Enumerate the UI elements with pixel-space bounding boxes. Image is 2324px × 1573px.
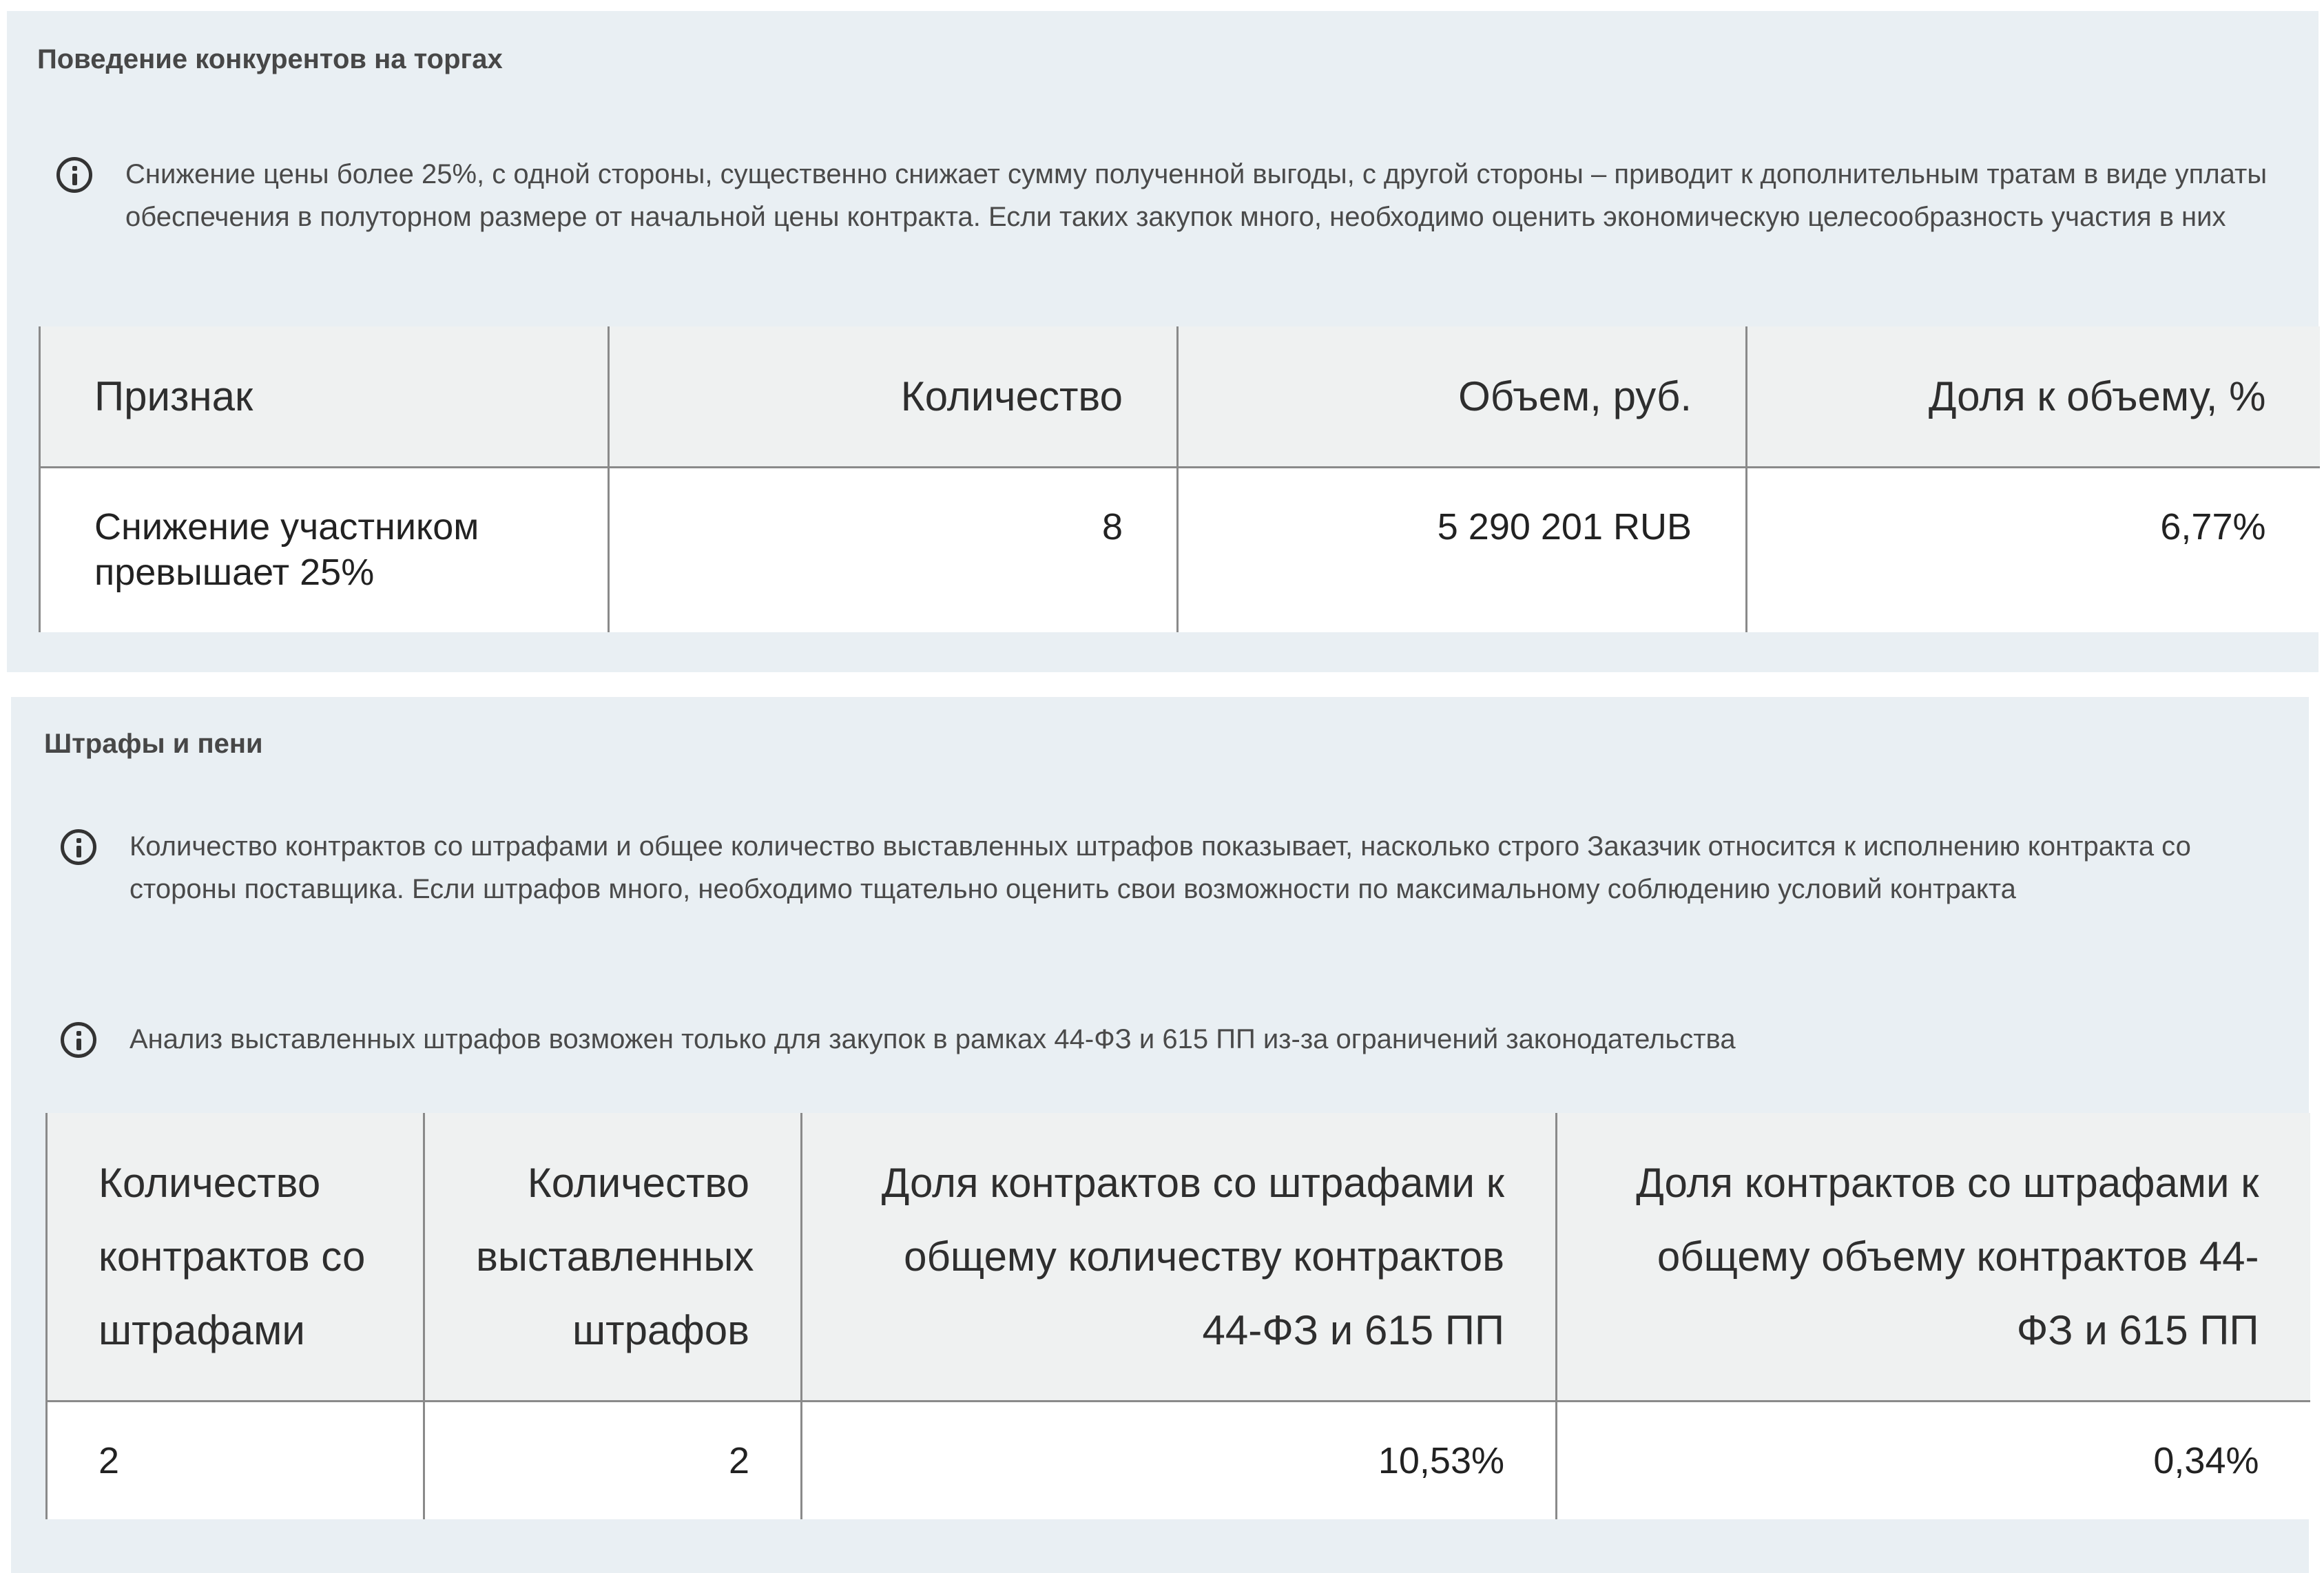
- share-by-count-cell: 10,53%: [800, 1399, 1557, 1519]
- fines-issued-cell: 2: [423, 1399, 802, 1519]
- contracts-with-fines-link[interactable]: 2: [45, 1399, 425, 1519]
- column-header-feature: Признак: [39, 326, 610, 468]
- share-by-volume-cell: 0,34%: [1555, 1399, 2310, 1519]
- info-icon: [61, 829, 96, 865]
- column-header-contracts-with-fines: Количество контрактов со штрафами: [45, 1113, 425, 1402]
- section-title: Поведение конкурентов на торгах: [37, 44, 503, 74]
- info-note: Снижение цены более 25%, с одной стороны…: [56, 153, 2274, 238]
- table-header-row: Количество контрактов со штрафами Количе…: [45, 1113, 2310, 1402]
- table-row: 2 2 10,53% 0,34%: [45, 1399, 2310, 1519]
- info-note: Анализ выставленных штрафов возможен тол…: [61, 1018, 2265, 1061]
- section-title: Штрафы и пени: [44, 729, 263, 759]
- column-header-share: Доля к объему, %: [1745, 326, 2320, 468]
- info-text: Снижение цены более 25%, с одной стороны…: [125, 159, 2268, 232]
- column-header-count: Количество: [608, 326, 1179, 468]
- column-header-volume: Объем, руб.: [1176, 326, 1747, 468]
- info-icon: [61, 1022, 96, 1058]
- feature-link[interactable]: Снижение участником превышает 25%: [39, 466, 610, 632]
- competitors-section: Поведение конкурентов на торгах Снижение…: [7, 11, 2320, 672]
- column-header-fines-issued: Количество выставленных штрафов: [423, 1113, 802, 1402]
- info-text: Количество контрактов со штрафами и обще…: [129, 831, 2191, 904]
- column-header-share-by-count: Доля контрактов со штрафами к общему кол…: [800, 1113, 1557, 1402]
- volume-cell: 5 290 201 RUB: [1176, 466, 1747, 632]
- info-text: Анализ выставленных штрафов возможен тол…: [129, 1024, 1736, 1054]
- share-cell: 6,77%: [1745, 466, 2320, 632]
- column-header-share-by-volume: Доля контрактов со штрафами к общему объ…: [1555, 1113, 2310, 1402]
- table-header-row: Признак Количество Объем, руб. Доля к об…: [39, 326, 2320, 468]
- count-cell: 8: [608, 466, 1179, 632]
- info-icon: [56, 157, 92, 193]
- info-note: Количество контрактов со штрафами и обще…: [61, 825, 2265, 910]
- fines-section: Штрафы и пени Количество контрактов со ш…: [11, 697, 2310, 1573]
- fines-table: Количество контрактов со штрафами Количе…: [45, 1113, 2310, 1519]
- competitors-table: Признак Количество Объем, руб. Доля к об…: [39, 326, 2320, 632]
- table-row: Снижение участником превышает 25% 8 5 29…: [39, 466, 2320, 632]
